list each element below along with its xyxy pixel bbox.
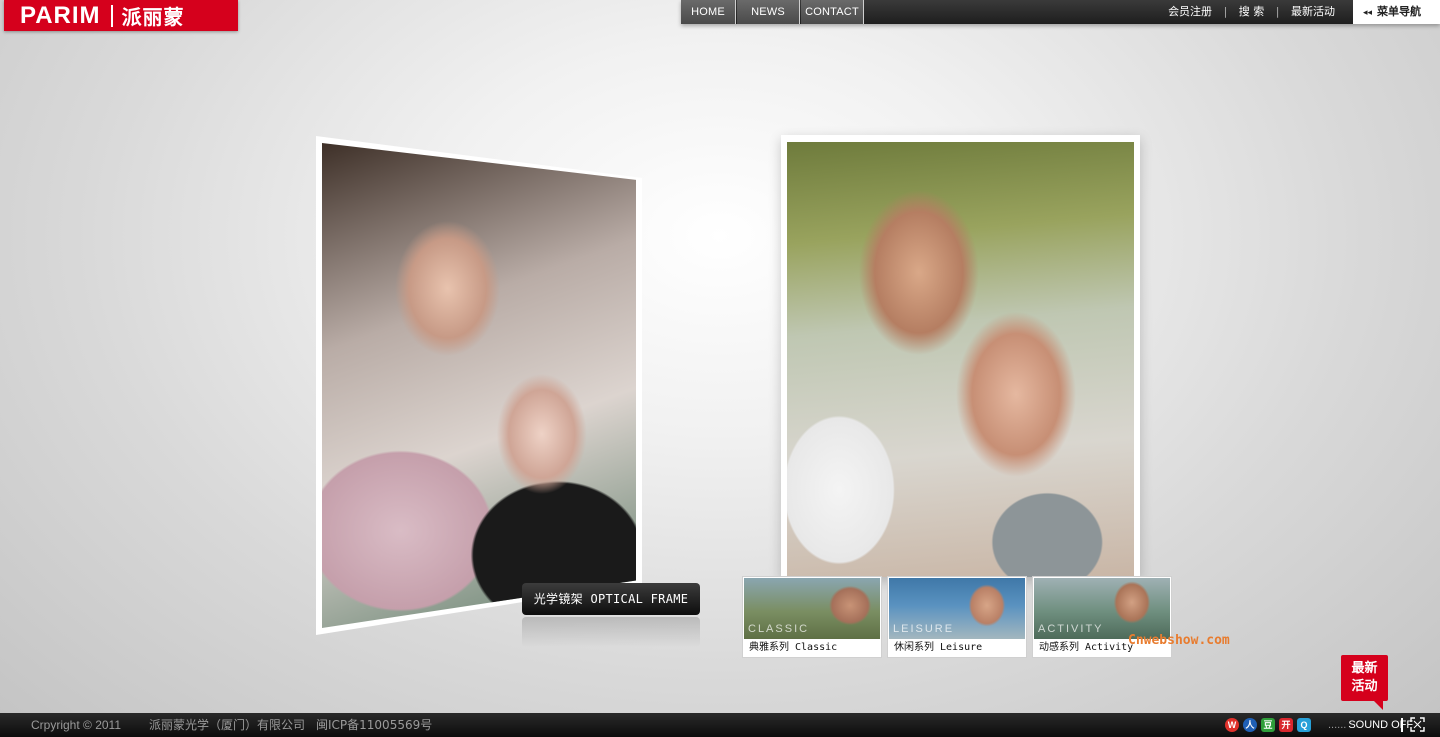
brand-logo[interactable]: PARIM 派丽蒙 — [4, 0, 238, 31]
double-left-arrow-icon: ◂◂ — [1363, 8, 1373, 18]
member-register-link[interactable]: 会员注册 — [1168, 0, 1212, 24]
optical-couple-image — [322, 143, 636, 628]
company-name: 派丽蒙光学（厦门）有限公司 — [149, 718, 306, 732]
social-share-bar: W 人 豆 开 Q — [1225, 718, 1311, 732]
icp-license-link[interactable]: 闽ICP备11005569号 — [316, 713, 432, 737]
optical-frame-photo[interactable] — [316, 136, 642, 635]
qq-icon[interactable]: Q — [1297, 718, 1311, 732]
weibo-icon[interactable]: W — [1225, 718, 1239, 732]
logo-chinese: 派丽蒙 — [121, 5, 185, 29]
thumb-watermark: CLASSIC — [748, 623, 810, 635]
logo-divider — [110, 4, 113, 27]
leisure-thumb-image: LEISURE — [889, 578, 1025, 639]
label-reflection — [522, 617, 700, 647]
menu-navigation-button[interactable]: ◂◂ 菜单导航 — [1353, 0, 1440, 24]
classic-thumb-image: CLASSIC — [744, 578, 880, 639]
badge-line-2: 活动 — [1351, 679, 1378, 694]
footer-bar: Crpyright © 2011 派丽蒙光学（厦门）有限公司 闽ICP备1100… — [0, 713, 1440, 737]
activity-thumb-image: ACTIVITY — [1034, 578, 1170, 639]
badge-line-1: 最新 — [1351, 661, 1378, 676]
nav-home-button[interactable]: HOME — [681, 0, 736, 24]
series-caption: 休闲系列 Leisure — [894, 642, 983, 653]
sunglasses-photo[interactable] — [781, 135, 1140, 577]
sound-level-dots: ...... — [1328, 719, 1347, 731]
footer-divider — [1401, 718, 1403, 732]
renren-icon[interactable]: 人 — [1243, 718, 1257, 732]
series-caption: 典雅系列 Classic — [749, 642, 838, 653]
nav-news-button[interactable]: NEWS — [737, 0, 800, 24]
series-thumb-leisure[interactable]: LEISURE 休闲系列 Leisure — [887, 576, 1027, 658]
copyright-text: Crpyright © 2011 — [31, 718, 121, 732]
search-link[interactable]: 搜 索 — [1239, 0, 1265, 24]
sunglasses-couple-image — [787, 142, 1134, 577]
link-divider: | — [1223, 5, 1228, 18]
link-divider: | — [1275, 5, 1280, 18]
optical-frame-label[interactable]: 光学镜架 OPTICAL FRAME — [522, 583, 700, 615]
nav-contact-button[interactable]: CONTACT — [801, 0, 864, 24]
latest-events-link[interactable]: 最新活动 — [1291, 0, 1335, 24]
douban-icon[interactable]: 豆 — [1261, 718, 1275, 732]
top-navigation: HOME NEWS CONTACT 会员注册 | 搜 索 | 最新活动 ◂◂ 菜单… — [681, 0, 1440, 24]
sound-label: SOUND OFF — [1348, 719, 1414, 731]
thumb-watermark: LEISURE — [893, 623, 955, 635]
logo-english: PARIM — [20, 1, 101, 29]
menu-navigation-label: 菜单导航 — [1377, 5, 1422, 18]
latest-events-badge[interactable]: 最新 活动 — [1341, 655, 1388, 710]
kaixin-icon[interactable]: 开 — [1279, 718, 1293, 732]
site-watermark: Cnwebshow.com — [1128, 633, 1230, 648]
top-links: 会员注册 | 搜 索 | 最新活动 — [1168, 0, 1335, 24]
fullscreen-icon[interactable] — [1410, 717, 1425, 732]
thumb-watermark: ACTIVITY — [1038, 623, 1104, 635]
series-thumb-classic[interactable]: CLASSIC 典雅系列 Classic — [742, 576, 882, 658]
